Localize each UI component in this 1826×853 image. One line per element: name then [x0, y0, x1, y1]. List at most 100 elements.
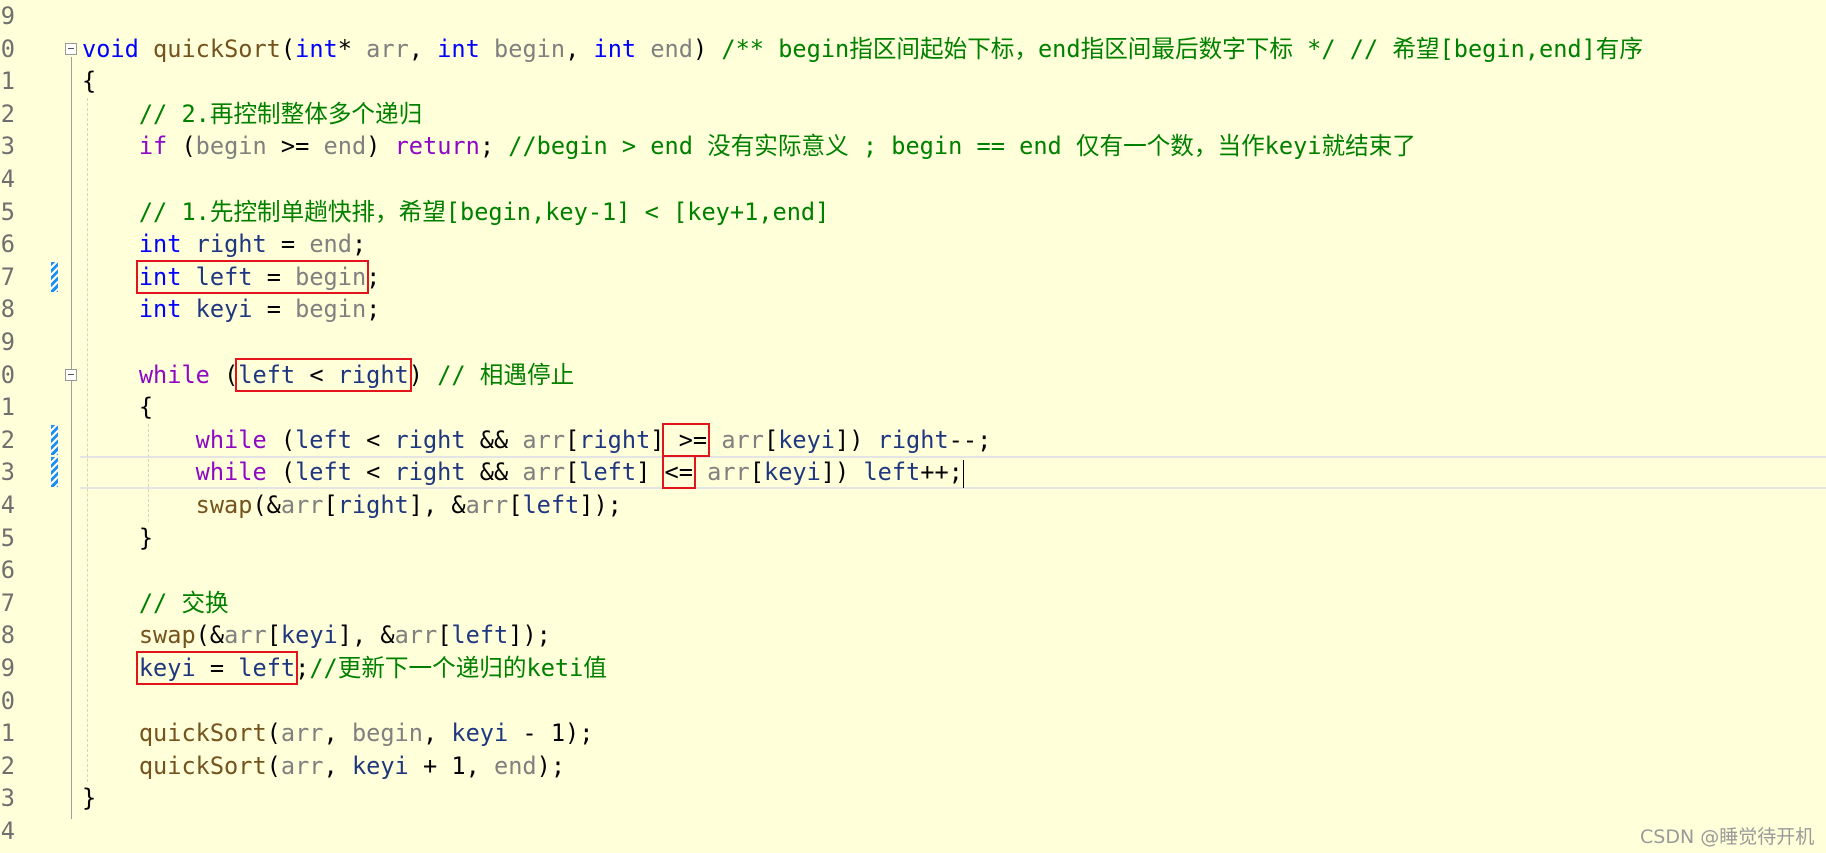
line-number: 11	[0, 67, 15, 96]
code-line[interactable]: 14	[0, 163, 1826, 196]
code-text: int left = begin;	[82, 259, 380, 294]
code-line[interactable]: 22 while (left < right && arr[right] >= …	[0, 422, 1826, 457]
code-text: int keyi = begin;	[82, 293, 381, 326]
code-token: arr	[522, 425, 566, 454]
code-line[interactable]: 33}	[0, 782, 1826, 815]
code-token: ,	[323, 719, 352, 748]
highlight-box: keyi = left	[135, 651, 299, 685]
code-line[interactable]: 17 int left = begin;	[0, 259, 1826, 294]
code-token: // 相遇停止	[437, 360, 575, 389]
code-token: [	[508, 491, 523, 519]
code-token: void	[82, 34, 139, 63]
code-line[interactable]: 12 // 2.再控制整体多个递归	[0, 98, 1826, 131]
code-text: swap(&arr[right], &arr[left]);	[82, 489, 622, 522]
code-token: [	[323, 491, 338, 519]
code-token: arr	[366, 34, 409, 63]
code-line[interactable]: 21 {	[0, 391, 1826, 424]
code-line[interactable]: 23 while (left < right && arr[left] <= a…	[0, 455, 1826, 490]
code-line[interactable]: 28 swap(&arr[keyi], &arr[left]);	[0, 619, 1826, 652]
code-token: quickSort	[153, 34, 281, 63]
code-line[interactable]: 19	[0, 326, 1826, 359]
code-token: <	[351, 425, 395, 454]
code-line[interactable]: 9	[0, 0, 1826, 33]
code-line[interactable]: 26	[0, 554, 1826, 587]
highlight-box: >=	[661, 422, 711, 457]
code-token: ++;	[920, 458, 963, 487]
code-token: (	[167, 132, 196, 161]
code-token: keyi	[195, 295, 253, 324]
code-line[interactable]: 31 quickSort(arr, begin, keyi - 1);	[0, 717, 1826, 750]
code-token: if	[138, 132, 168, 161]
code-token: )	[692, 34, 722, 63]
code-line[interactable]: 32 quickSort(arr, keyi + 1, end);	[0, 750, 1826, 783]
code-token: (	[266, 751, 281, 780]
code-token: keyi	[778, 425, 836, 454]
code-token: <	[295, 360, 338, 389]
line-number: 26	[0, 556, 15, 585]
code-text: while (left < right) // 相遇停止	[82, 357, 575, 392]
code-token: while	[195, 458, 267, 487]
watermark: CSDN @睡觉待开机	[1640, 826, 1815, 848]
line-number: 12	[0, 99, 15, 128]
code-token: ,	[323, 751, 352, 780]
code-token: (	[266, 425, 296, 454]
code-token: int	[138, 295, 182, 324]
code-editor[interactable]: 910void quickSort(int* arr, int begin, i…	[0, 0, 1826, 853]
code-token: }	[82, 523, 154, 552]
code-token: >=	[664, 425, 708, 454]
code-line[interactable]: 34	[0, 815, 1826, 848]
code-token: ,	[422, 719, 452, 748]
code-line[interactable]: 11 {	[0, 65, 1826, 98]
code-token: ,	[565, 34, 594, 63]
code-token: quickSort	[138, 719, 267, 748]
code-token: begin	[351, 719, 423, 748]
code-token: left	[295, 425, 352, 454]
code-text: keyi = left;//更新下一个递归的keti值	[82, 651, 607, 685]
line-number: 13	[0, 132, 15, 161]
highlight-box: int left = begin	[135, 259, 370, 294]
code-token: keyi	[763, 458, 821, 487]
code-token: )	[366, 132, 395, 161]
code-token: *	[337, 34, 367, 63]
code-token: <	[351, 458, 395, 487]
code-token: left	[451, 621, 509, 650]
line-number: 16	[0, 230, 15, 259]
code-token: left	[295, 458, 352, 487]
code-text: // 1.先控制单趟快排，希望[begin,key-1] < [key+1,en…	[82, 196, 830, 229]
code-token: arr	[465, 491, 509, 519]
code-token: &&	[465, 458, 523, 487]
code-line[interactable]: 16 int right = end;	[0, 228, 1826, 261]
line-number: 28	[0, 621, 15, 650]
code-line[interactable]: 20 while (left < right) // 相遇停止	[0, 357, 1826, 392]
code-line[interactable]: 27 // 交换	[0, 587, 1826, 620]
code-line[interactable]: 29 keyi = left;//更新下一个递归的keti值	[0, 651, 1826, 685]
code-token: right	[394, 458, 466, 487]
code-text: {	[82, 391, 153, 424]
code-token: arr	[394, 621, 438, 650]
code-text: }	[82, 522, 153, 555]
code-token: end	[323, 132, 367, 161]
code-line[interactable]: 24 swap(&arr[right], &arr[left]);	[0, 489, 1826, 522]
code-line[interactable]: 25 }	[0, 522, 1826, 555]
code-token: ;	[351, 230, 367, 259]
code-text: int right = end;	[82, 228, 366, 261]
code-token: //begin > end 没有实际意义 ; begin == end 仅有一个…	[508, 132, 1416, 161]
code-token: left	[863, 458, 921, 487]
code-line[interactable]: 13 if (begin >= end) return; //begin > e…	[0, 130, 1826, 163]
code-line[interactable]: 18 int keyi = begin;	[0, 293, 1826, 326]
code-text: // 交换	[82, 587, 229, 620]
code-token: ], &	[337, 621, 395, 650]
line-number: 31	[0, 719, 15, 748]
code-token: int	[138, 230, 182, 259]
code-line[interactable]: 10void quickSort(int* arr, int begin, in…	[0, 33, 1826, 66]
code-token: end	[494, 751, 537, 780]
code-token: =	[195, 654, 239, 682]
code-line[interactable]: 30	[0, 685, 1826, 718]
code-line[interactable]: 15 // 1.先控制单趟快排，希望[begin,key-1] < [key+1…	[0, 196, 1826, 229]
code-token: ;	[366, 295, 381, 324]
